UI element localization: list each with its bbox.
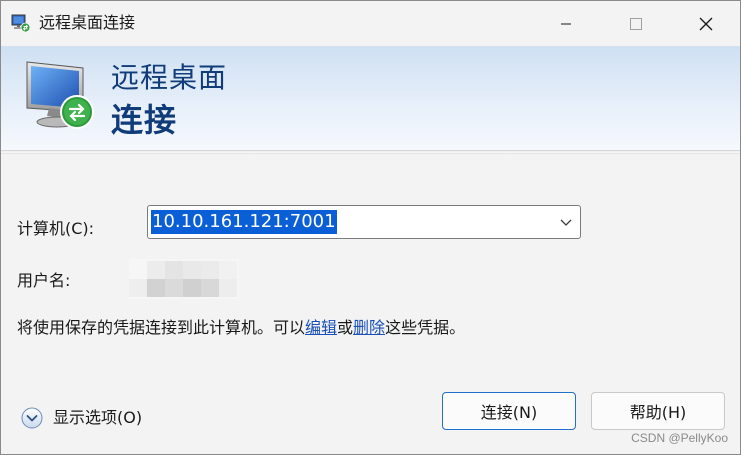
minimize-icon bbox=[561, 23, 571, 24]
chevron-down-icon[interactable] bbox=[558, 214, 574, 230]
credentials-info-text: 将使用保存的凭据连接到此计算机。可以编辑或删除这些凭据。 bbox=[17, 318, 465, 338]
remote-desktop-window: 远程桌面连接 远程桌面 连接 计算机(C): 10.10.161.121:700… bbox=[0, 0, 741, 455]
remote-desktop-monitor-icon bbox=[26, 61, 94, 129]
show-options-label: 显示选项(O) bbox=[53, 408, 143, 427]
title-bar[interactable]: 远程桌面连接 bbox=[1, 1, 740, 46]
help-button[interactable]: 帮助(H) bbox=[591, 392, 725, 430]
computer-combobox[interactable]: 10.10.161.121:7001 bbox=[147, 205, 581, 239]
maximize-icon bbox=[630, 17, 642, 30]
close-button[interactable] bbox=[679, 1, 733, 46]
header-banner: 远程桌面 连接 bbox=[1, 46, 740, 150]
show-options-toggle[interactable]: 显示选项(O) bbox=[21, 406, 142, 430]
username-value-redacted bbox=[129, 259, 239, 299]
close-icon bbox=[699, 17, 713, 30]
banner-title-line2: 连接 bbox=[111, 101, 178, 139]
banner-title-line1: 远程桌面 bbox=[111, 61, 228, 94]
computer-value[interactable]: 10.10.161.121:7001 bbox=[151, 210, 337, 234]
info-prefix: 将使用保存的凭据连接到此计算机。可以 bbox=[17, 318, 306, 337]
chevron-down-circle-icon[interactable] bbox=[21, 407, 43, 429]
banner-divider bbox=[1, 150, 740, 154]
remote-desktop-icon bbox=[11, 14, 31, 33]
delete-credentials-link[interactable]: 删除 bbox=[353, 318, 385, 337]
computer-label: 计算机(C): bbox=[17, 219, 95, 238]
window-title: 远程桌面连接 bbox=[39, 13, 136, 32]
info-suffix: 这些凭据。 bbox=[385, 318, 466, 337]
minimize-button[interactable] bbox=[539, 1, 593, 46]
edit-credentials-link[interactable]: 编辑 bbox=[305, 318, 337, 337]
maximize-button[interactable] bbox=[609, 1, 663, 46]
username-label: 用户名: bbox=[17, 271, 71, 290]
info-middle: 或 bbox=[337, 318, 354, 337]
connect-button[interactable]: 连接(N) bbox=[442, 392, 576, 430]
watermark-text: CSDN @PellyKoo bbox=[631, 431, 728, 445]
